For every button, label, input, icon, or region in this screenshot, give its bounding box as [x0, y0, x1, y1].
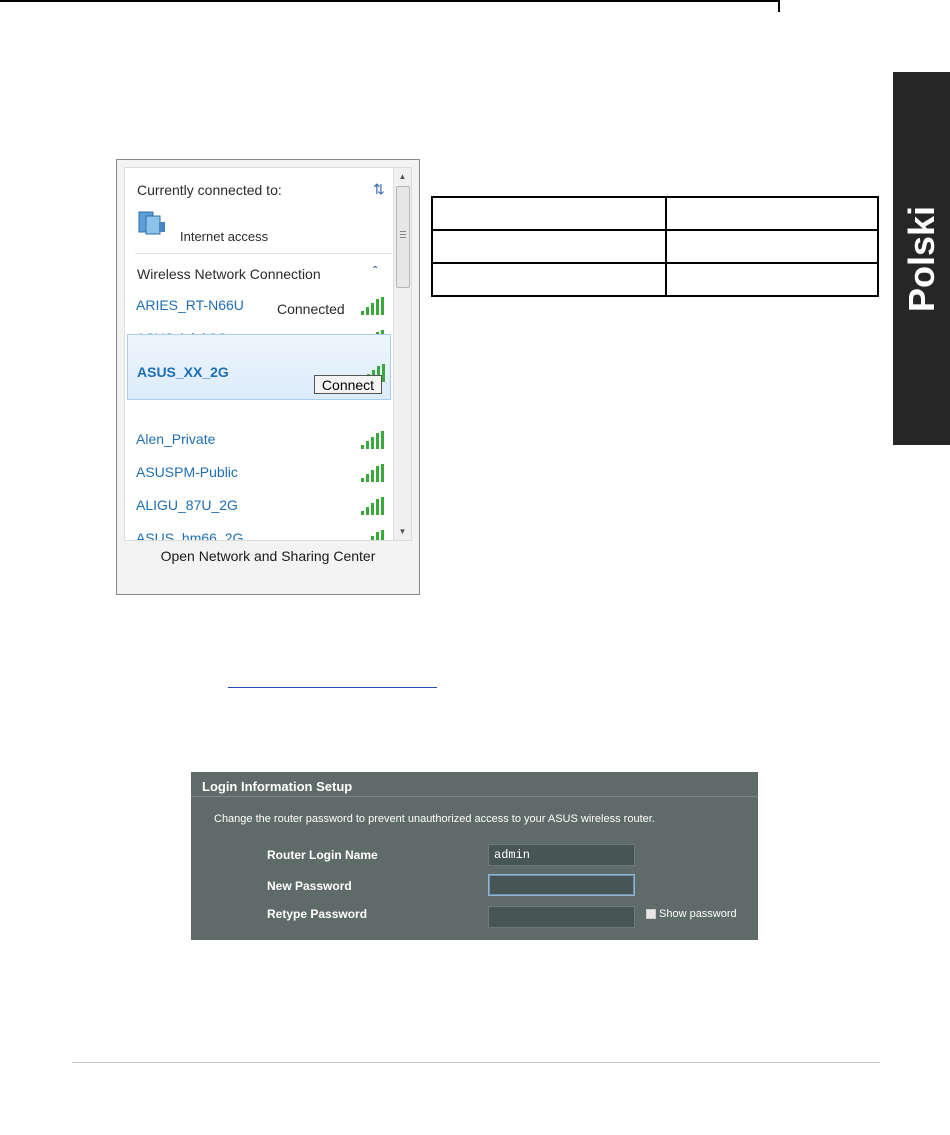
signal-strength-icon — [361, 297, 384, 315]
language-tab: Polski — [893, 72, 950, 445]
scrollbar[interactable]: ▲ ▼ — [393, 168, 411, 540]
network-computer-icon — [138, 211, 165, 235]
title-divider — [191, 796, 758, 797]
top-rule — [0, 0, 780, 2]
network-name: ASUS_XX_2G — [137, 364, 229, 380]
show-password-label: Show password — [659, 908, 737, 920]
connected-status: Connected — [277, 301, 345, 317]
signal-strength-icon — [361, 530, 384, 540]
scroll-up-arrow-icon[interactable]: ▲ — [394, 168, 411, 185]
wireless-section-title: Wireless Network Connection — [137, 266, 321, 282]
network-name: Alen_Private — [136, 431, 216, 447]
wifi-network-list: Currently connected to: ⇅ Internet acces… — [124, 167, 412, 541]
blank-table — [431, 196, 879, 297]
scroll-thumb[interactable] — [396, 186, 410, 288]
refresh-icon[interactable]: ⇅ — [373, 181, 385, 198]
network-name: ASUS_hm66_2G — [136, 530, 244, 541]
login-information-panel: Login Information Setup Change the route… — [191, 772, 758, 940]
new-password-input[interactable] — [488, 874, 635, 896]
show-password-checkbox[interactable]: Show password — [646, 908, 737, 920]
router-login-name-label: Router Login Name — [267, 848, 378, 862]
network-name: ARIES_RT-N66U — [136, 297, 244, 313]
login-panel-title: Login Information Setup — [202, 779, 353, 794]
signal-strength-icon — [361, 431, 384, 449]
section-divider — [135, 253, 393, 254]
network-name: ASUSPM-Public — [136, 464, 238, 480]
connect-button[interactable]: Connect — [314, 375, 382, 394]
retype-password-label: Retype Password — [267, 907, 368, 921]
bottom-rule — [72, 1062, 880, 1063]
top-rule-notch — [778, 0, 780, 12]
login-description: Change the router password to prevent un… — [214, 813, 655, 825]
scroll-down-arrow-icon[interactable]: ▼ — [394, 523, 411, 540]
wifi-network-panel: Currently connected to: ⇅ Internet acces… — [116, 159, 420, 595]
router-login-name-input[interactable] — [488, 844, 635, 866]
signal-strength-icon — [361, 464, 384, 482]
currently-connected-label: Currently connected to: — [137, 182, 282, 198]
collapse-chevron-icon[interactable]: ˆ — [373, 264, 377, 278]
internet-access-label: Internet access — [180, 229, 269, 244]
new-password-label: New Password — [267, 879, 352, 893]
selected-network-row[interactable]: ASUS_XX_2G Connect — [127, 334, 391, 400]
checkbox-icon[interactable] — [646, 909, 656, 919]
signal-strength-icon — [361, 497, 384, 515]
network-name: ALIGU_87U_2G — [136, 497, 238, 513]
language-label: Polski — [900, 205, 942, 312]
retype-password-input[interactable] — [488, 906, 635, 928]
open-network-center-link[interactable]: Open Network and Sharing Center — [117, 548, 419, 564]
link-underline[interactable] — [228, 687, 437, 688]
